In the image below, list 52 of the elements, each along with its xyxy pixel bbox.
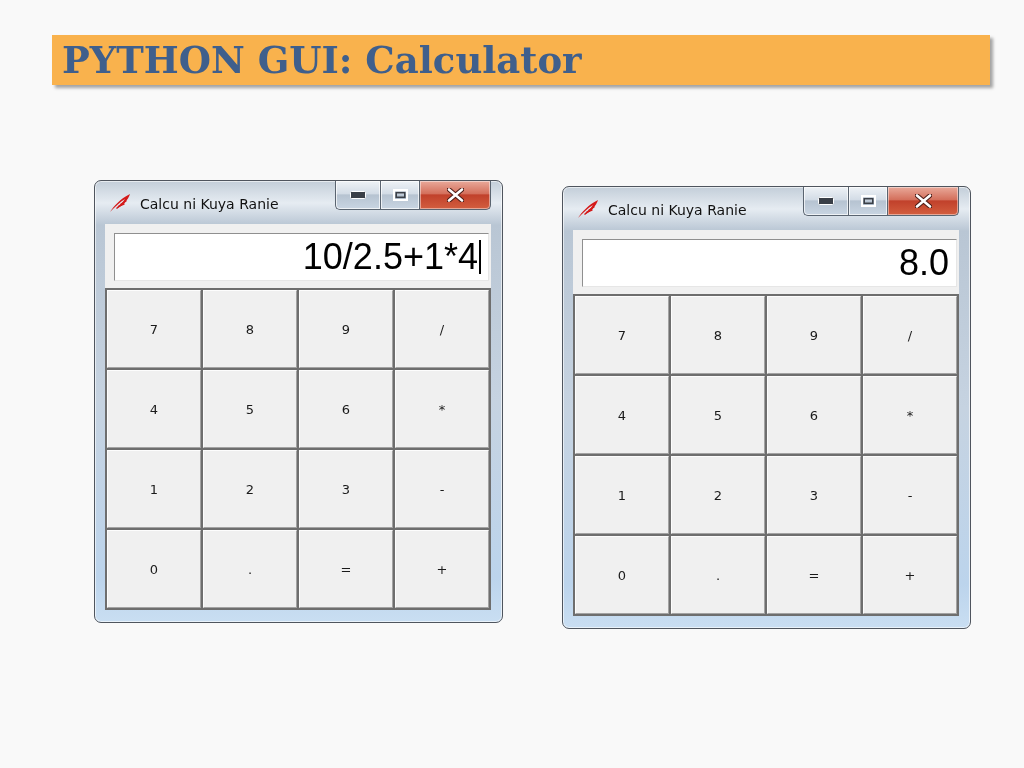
feather-icon — [576, 199, 600, 219]
key-button[interactable]: 1 — [107, 450, 201, 528]
key-button[interactable]: = — [767, 536, 861, 614]
key-button[interactable]: 8 — [203, 290, 297, 368]
key-button[interactable]: 0 — [107, 530, 201, 608]
key-button[interactable]: 4 — [575, 376, 669, 454]
feather-icon — [108, 193, 132, 213]
key-button[interactable]: . — [203, 530, 297, 608]
close-button[interactable] — [887, 187, 959, 216]
key-button[interactable]: 7 — [575, 296, 669, 374]
display-field[interactable]: 8.0 — [582, 239, 957, 287]
key-button[interactable]: . — [671, 536, 765, 614]
maximize-icon — [392, 189, 408, 201]
key-button[interactable]: 5 — [671, 376, 765, 454]
minimize-button[interactable] — [335, 181, 380, 210]
key-button[interactable]: / — [863, 296, 957, 374]
key-button[interactable]: + — [395, 530, 489, 608]
maximize-button[interactable] — [380, 181, 419, 210]
key-button[interactable]: 5 — [203, 370, 297, 448]
key-button[interactable]: - — [395, 450, 489, 528]
close-button[interactable] — [419, 181, 491, 210]
key-button[interactable]: 2 — [203, 450, 297, 528]
key-button[interactable]: 9 — [299, 290, 393, 368]
key-button[interactable]: 3 — [299, 450, 393, 528]
text-cursor-icon — [479, 240, 481, 274]
key-button[interactable]: * — [863, 376, 957, 454]
minimize-icon — [350, 191, 366, 199]
display-field[interactable]: 10/2.5+1*4 — [114, 233, 489, 281]
maximize-button[interactable] — [848, 187, 887, 216]
window-title: Calcu ni Kuya Ranie — [608, 201, 747, 218]
window-title: Calcu ni Kuya Ranie — [140, 195, 279, 212]
key-button[interactable]: 0 — [575, 536, 669, 614]
key-button[interactable]: + — [863, 536, 957, 614]
slide-title: PYTHON GUI: Calculator — [62, 38, 582, 82]
key-button[interactable]: 8 — [671, 296, 765, 374]
minimize-button[interactable] — [803, 187, 848, 216]
key-button[interactable]: = — [299, 530, 393, 608]
key-button[interactable]: 9 — [767, 296, 861, 374]
key-button[interactable]: 4 — [107, 370, 201, 448]
close-icon — [446, 188, 464, 202]
minimize-icon — [818, 197, 834, 205]
key-button[interactable]: 1 — [575, 456, 669, 534]
key-button[interactable]: * — [395, 370, 489, 448]
key-button[interactable]: 2 — [671, 456, 765, 534]
key-button[interactable]: 6 — [767, 376, 861, 454]
key-button[interactable]: 7 — [107, 290, 201, 368]
key-button[interactable]: - — [863, 456, 957, 534]
close-icon — [914, 194, 932, 208]
key-button[interactable]: 6 — [299, 370, 393, 448]
key-button[interactable]: / — [395, 290, 489, 368]
maximize-icon — [860, 195, 876, 207]
key-button[interactable]: 3 — [767, 456, 861, 534]
